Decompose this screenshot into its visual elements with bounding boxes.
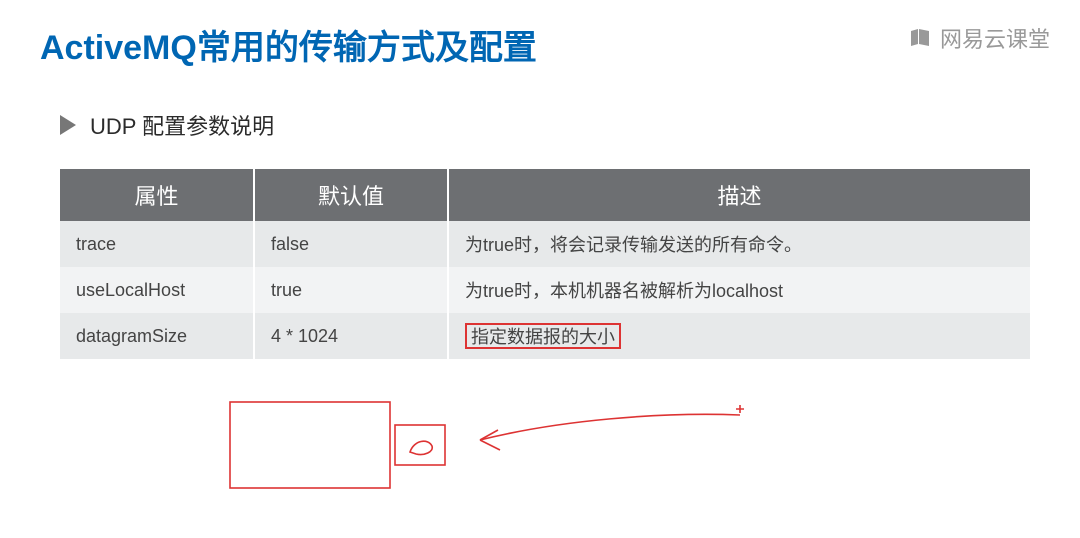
cell-desc: 为true时，本机机器名被解析为localhost — [448, 267, 1030, 313]
cell-default: true — [254, 267, 448, 313]
cell-default: false — [254, 221, 448, 267]
watermark: 网易云课堂 — [908, 22, 1050, 54]
annotation-arrow-shaft — [480, 414, 740, 440]
cell-default: 4 * 1024 — [254, 313, 448, 359]
col-header-default: 默认值 — [254, 169, 448, 221]
annotation-box — [230, 402, 390, 488]
table-row: datagramSize 4 * 1024 指定数据报的大小 — [60, 313, 1030, 359]
cell-desc: 指定数据报的大小 — [448, 313, 1030, 359]
udp-section: UDP 配置参数说明 属性 默认值 描述 trace false 为true时，… — [0, 69, 1080, 359]
book-icon — [908, 26, 932, 50]
annotation-cursor-icon — [410, 441, 432, 454]
section-header: UDP 配置参数说明 — [60, 109, 1030, 141]
cell-attr: trace — [60, 221, 254, 267]
annotation-cursor-box — [395, 425, 445, 465]
cell-attr: datagramSize — [60, 313, 254, 359]
params-table: 属性 默认值 描述 trace false 为true时，将会记录传输发送的所有… — [60, 169, 1030, 359]
table-row: trace false 为true时，将会记录传输发送的所有命令。 — [60, 221, 1030, 267]
col-header-attr: 属性 — [60, 169, 254, 221]
triangle-bullet-icon — [60, 115, 76, 135]
table-row: useLocalHost true 为true时，本机机器名被解析为localh… — [60, 267, 1030, 313]
cell-desc: 为true时，将会记录传输发送的所有命令。 — [448, 221, 1030, 267]
section-title: UDP 配置参数说明 — [90, 109, 274, 141]
table-header-row: 属性 默认值 描述 — [60, 169, 1030, 221]
annotation-cross-mark — [736, 405, 744, 413]
col-header-desc: 描述 — [448, 169, 1030, 221]
watermark-text: 网易云课堂 — [940, 22, 1050, 54]
annotation-arrow-head — [480, 430, 500, 450]
highlighted-desc: 指定数据报的大小 — [465, 323, 621, 349]
cell-attr: useLocalHost — [60, 267, 254, 313]
